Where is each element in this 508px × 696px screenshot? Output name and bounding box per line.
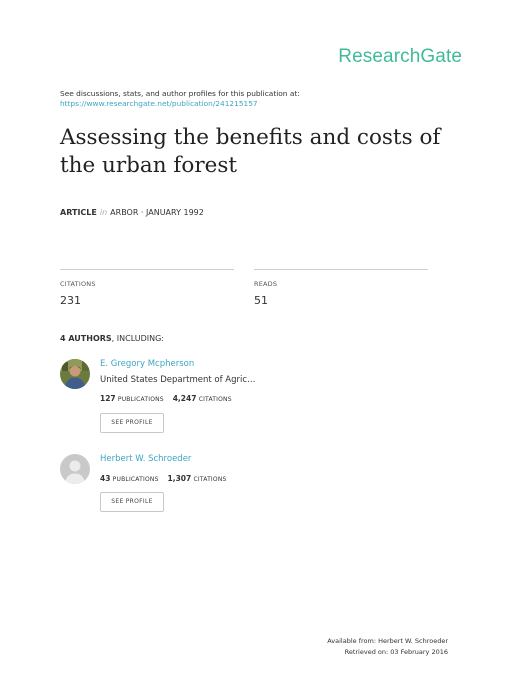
journal-date: ARBOR · JANUARY 1992 <box>110 208 204 217</box>
researchgate-logo[interactable]: ResearchGate <box>338 46 462 68</box>
authors-including: , INCLUDING: <box>111 334 164 343</box>
author-name-link[interactable]: E. Gregory Mcpherson <box>100 359 194 369</box>
discussion-note: See discussions, stats, and author profi… <box>60 89 300 109</box>
author-citations-count: 1,307 <box>167 474 192 483</box>
reads-divider <box>254 269 428 270</box>
discussion-text: See discussions, stats, and author profi… <box>60 89 300 98</box>
author-publications-count: 127 <box>100 394 116 403</box>
author-publications-label: PUBLICATIONS <box>112 476 159 483</box>
citations-label: CITATIONS <box>60 280 96 288</box>
author-publications-label: PUBLICATIONS <box>117 396 164 403</box>
see-profile-button[interactable]: SEE PROFILE <box>100 413 164 433</box>
reads-stat: READS 51 <box>254 269 428 307</box>
author-photo-icon[interactable] <box>60 359 90 389</box>
author-citations-count: 4,247 <box>172 394 197 403</box>
available-from: Available from: Herbert W. Schroeder <box>327 637 448 645</box>
reads-value: 51 <box>254 294 268 307</box>
default-user-icon[interactable] <box>60 454 90 484</box>
author-name-link[interactable]: Herbert W. Schroeder <box>100 454 191 464</box>
author-stats: 127 PUBLICATIONS 4,247 CITATIONS <box>100 394 232 403</box>
article-type-label: ARTICLE <box>60 208 97 217</box>
see-profile-button[interactable]: SEE PROFILE <box>100 492 164 512</box>
publication-title: Assessing the benefits and costs of the … <box>60 125 441 178</box>
author-institution: United States Department of Agric… <box>100 375 256 385</box>
retrieved-on: Retrieved on: 03 February 2016 <box>344 648 448 656</box>
author-stats: 43 PUBLICATIONS 1,307 CITATIONS <box>100 474 227 483</box>
citations-divider <box>60 269 234 270</box>
citations-stat: CITATIONS 231 <box>60 269 234 307</box>
author-citations-label: CITATIONS <box>193 476 227 483</box>
reads-label: READS <box>254 280 278 288</box>
author-publications-count: 43 <box>100 474 111 483</box>
publication-link[interactable]: https://www.researchgate.net/publication… <box>60 99 300 109</box>
authors-heading: 4 AUTHORS, INCLUDING: <box>60 334 164 343</box>
publication-meta: ARTICLE in ARBOR · JANUARY 1992 <box>60 208 204 217</box>
footer-info: Available from: Herbert W. Schroeder Ret… <box>327 636 448 658</box>
in-word: in <box>99 208 108 217</box>
authors-count: 4 AUTHORS <box>60 334 112 343</box>
citations-value: 231 <box>60 294 81 307</box>
author-citations-label: CITATIONS <box>198 396 232 403</box>
